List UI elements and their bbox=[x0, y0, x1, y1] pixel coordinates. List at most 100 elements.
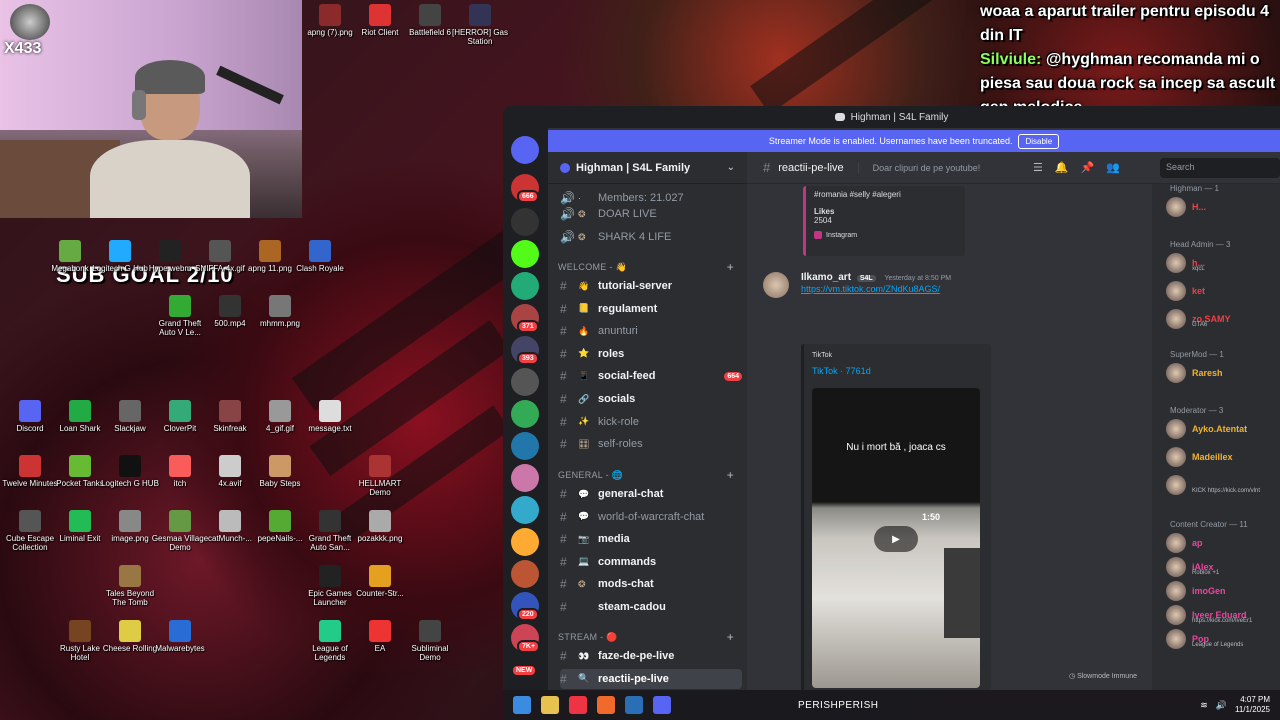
video-player[interactable]: Nu i mort bă , joaca cs 1:50 ▶ bbox=[812, 388, 980, 688]
member-item[interactable]: H... bbox=[1166, 196, 1278, 218]
desktop-icon-label: Clash Royale bbox=[296, 264, 344, 273]
desktop-icon[interactable]: Subliminal Demo bbox=[400, 620, 460, 662]
member-item[interactable]: Madeillex bbox=[1166, 446, 1278, 468]
pin-icon[interactable]: 📌 bbox=[1081, 161, 1095, 174]
category-general[interactable]: GENERAL - 🌐 + bbox=[558, 468, 738, 482]
streamer-mode-banner: Streamer Mode is enabled. Usernames have… bbox=[548, 130, 1280, 152]
member-role-header: SuperMod — 1 bbox=[1170, 350, 1224, 359]
channel-regulament[interactable]: # 📒 regulament bbox=[560, 299, 742, 319]
message-author[interactable]: Ilkamo_art bbox=[801, 272, 851, 283]
threads-icon[interactable]: ☰ bbox=[1033, 161, 1043, 174]
desktop-icon[interactable]: Counter-Str... bbox=[350, 565, 410, 598]
channel-anunturi[interactable]: # 🔥 anunturi bbox=[560, 321, 742, 341]
channel-faze-de-pe-live[interactable]: # 👀 faze-de-pe-live bbox=[560, 646, 742, 666]
steam-icon[interactable] bbox=[625, 696, 643, 714]
category-stream[interactable]: STREAM - 🔴 + bbox=[558, 630, 738, 644]
channel-general-chat[interactable]: # 💬 general-chat bbox=[560, 484, 742, 504]
home-button[interactable] bbox=[511, 136, 539, 164]
avatar[interactable] bbox=[763, 272, 789, 298]
member-item[interactable]: zo.SAMY GTA6 bbox=[1166, 308, 1278, 330]
member-list: Highman — 1 H... Head Admin — 3 h... xqcL ket… bbox=[1152, 184, 1280, 690]
avatar bbox=[1166, 281, 1186, 301]
server-icon[interactable] bbox=[511, 464, 539, 492]
server-icon[interactable] bbox=[511, 528, 539, 556]
brave-icon[interactable] bbox=[597, 696, 615, 714]
window-titlebar[interactable]: Highman | S4L Family bbox=[503, 106, 1280, 128]
channel-media[interactable]: # 📷 media bbox=[560, 529, 742, 549]
channel-roles[interactable]: # ⭐ roles bbox=[560, 344, 742, 364]
member-item[interactable]: imoGen bbox=[1166, 580, 1278, 602]
channel-commands[interactable]: # 💻 commands bbox=[560, 552, 742, 572]
server-icon[interactable] bbox=[511, 496, 539, 524]
add-channel-icon[interactable]: + bbox=[727, 260, 734, 274]
desktop-icon[interactable]: pozakkk.png bbox=[350, 510, 410, 543]
channel-topic[interactable]: Doar clipuri de pe youtube! bbox=[857, 162, 980, 173]
discord-taskbar-icon[interactable] bbox=[653, 696, 671, 714]
server-icon[interactable] bbox=[511, 368, 539, 396]
server-icon[interactable] bbox=[511, 400, 539, 428]
channel-tutorial-server[interactable]: # 👋 tutorial-server bbox=[560, 276, 742, 296]
category-welcome[interactable]: WELCOME - 👋 + bbox=[558, 260, 738, 274]
desktop-icon[interactable]: Clash Royale bbox=[290, 240, 350, 273]
add-channel-icon[interactable]: + bbox=[727, 630, 734, 644]
server-header[interactable]: Highman | S4L Family ⌄ bbox=[548, 152, 747, 184]
play-icon[interactable]: ▶ bbox=[874, 526, 918, 552]
desktop-icon[interactable]: mhmm.png bbox=[250, 295, 310, 328]
member-item[interactable]: Iveer Eduard https://kick.com/IveEr1 bbox=[1166, 604, 1278, 626]
server-icon[interactable] bbox=[511, 432, 539, 460]
channel-shark-4-life[interactable]: 🔊 ❂ SHARK 4 LIFE bbox=[560, 227, 742, 247]
channel-kick-role[interactable]: # ✨ kick-role bbox=[560, 412, 742, 432]
app-icon bbox=[169, 510, 191, 532]
server-icon[interactable] bbox=[511, 208, 539, 236]
member-item[interactable]: KICK https://kick.com/vlnt bbox=[1166, 474, 1278, 496]
hash-icon: # bbox=[560, 301, 567, 316]
channel-self-roles[interactable]: # 🎛 self-roles bbox=[560, 434, 742, 454]
member-item[interactable]: h... xqcL bbox=[1166, 252, 1278, 274]
channel-steam-cadou[interactable]: # steam-cadou bbox=[560, 597, 742, 617]
windows-start-icon[interactable] bbox=[513, 696, 531, 714]
desktop-icon[interactable]: message.txt bbox=[300, 400, 360, 433]
disable-button[interactable]: Disable bbox=[1018, 133, 1060, 149]
channel-reactii-pe-live[interactable]: # 🔍 reactii-pe-live bbox=[560, 668, 742, 689]
desktop-icon[interactable]: Malwarebytes bbox=[150, 620, 210, 653]
member-item[interactable]: iAlex Roblox +1 bbox=[1166, 556, 1278, 578]
app-icon bbox=[319, 4, 341, 26]
desktop-icon[interactable]: Baby Steps bbox=[250, 455, 310, 488]
server-icon[interactable] bbox=[511, 240, 539, 268]
app-icon bbox=[419, 620, 441, 642]
member-item[interactable]: Raresh bbox=[1166, 362, 1278, 384]
slowmode-indicator: ◷ Slowmode Immune bbox=[1069, 673, 1137, 680]
app-icon bbox=[369, 620, 391, 642]
stream-logo bbox=[10, 4, 50, 40]
server-icon[interactable] bbox=[511, 560, 539, 588]
channel-socials[interactable]: # 🔗 socials bbox=[560, 389, 742, 409]
server-name: Highman | S4L Family bbox=[576, 161, 691, 174]
member-role-header: Moderator — 3 bbox=[1170, 406, 1224, 415]
add-channel-icon[interactable]: + bbox=[727, 468, 734, 482]
app-icon bbox=[369, 565, 391, 587]
desktop-icon[interactable]: Tales Beyond The Tomb bbox=[100, 565, 160, 607]
file-explorer-icon[interactable] bbox=[541, 696, 559, 714]
member-item[interactable]: Ayko.Atentat bbox=[1166, 418, 1278, 440]
member-item[interactable]: ket bbox=[1166, 280, 1278, 302]
member-item[interactable]: Pop League of Legends bbox=[1166, 628, 1278, 650]
server-icon[interactable] bbox=[511, 272, 539, 300]
desktop-icon[interactable]: HELLMART Demo bbox=[350, 455, 410, 497]
desktop-icon[interactable]: [HERROR] Gas Station bbox=[450, 4, 510, 46]
channel-world-of-warcraft-chat[interactable]: # 💬 world-of-warcraft-chat bbox=[560, 507, 742, 527]
server-tag[interactable]: S4L bbox=[856, 275, 876, 282]
channel-doar-live[interactable]: 🔊 ❂ DOAR LIVE bbox=[560, 204, 742, 224]
opera-icon[interactable] bbox=[569, 696, 587, 714]
wifi-icon[interactable]: ≋ bbox=[1200, 700, 1208, 711]
channel-social-feed[interactable]: # 📱 social-feed 664 bbox=[560, 366, 742, 386]
members-icon[interactable]: 👥 bbox=[1106, 161, 1120, 174]
channel-mods-chat[interactable]: # ❂ mods-chat bbox=[560, 574, 742, 594]
desktop-icon-label: Baby Steps bbox=[259, 479, 301, 488]
search-input[interactable]: Search bbox=[1160, 158, 1280, 178]
clock[interactable]: 4:07 PM 11/1/2025 bbox=[1235, 695, 1270, 715]
bell-icon[interactable]: 🔔 bbox=[1055, 161, 1069, 174]
member-item[interactable]: ap bbox=[1166, 532, 1278, 554]
volume-icon[interactable]: 🔊 bbox=[1216, 700, 1227, 711]
embed-title[interactable]: TikTok · 7761d bbox=[812, 366, 871, 376]
message-link[interactable]: https://vm.tiktok.com/ZNdKu8AGS/ bbox=[801, 284, 940, 294]
